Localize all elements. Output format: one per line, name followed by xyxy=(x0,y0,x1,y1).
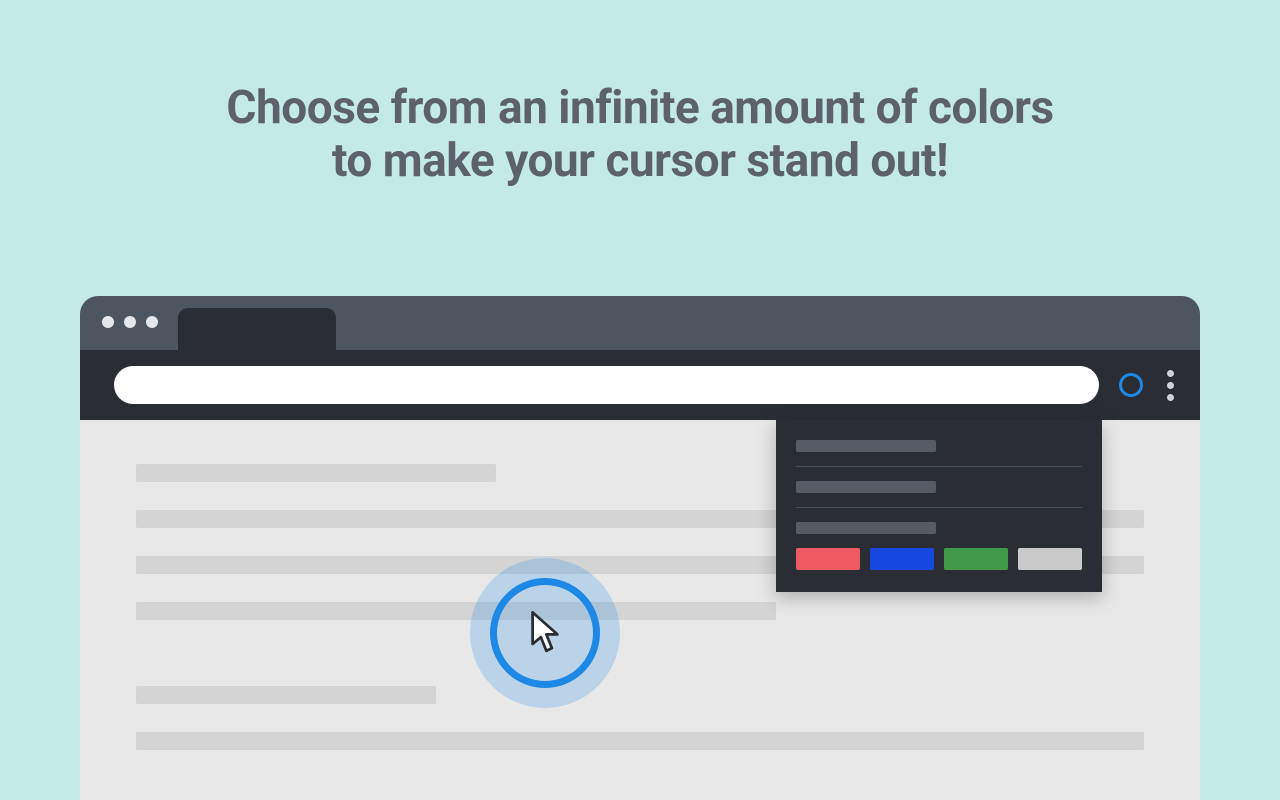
headline-line-2: to make your cursor stand out! xyxy=(332,134,948,188)
popup-label-placeholder xyxy=(796,440,936,452)
skeleton-line xyxy=(136,602,776,620)
kebab-dot-icon xyxy=(1167,382,1174,389)
window-dot-icon xyxy=(124,316,136,328)
popup-label-placeholder xyxy=(796,522,936,534)
cursor-highlight-ring xyxy=(490,578,600,688)
browser-toolbar xyxy=(80,350,1200,420)
tab-strip xyxy=(80,296,1200,350)
skeleton-line xyxy=(136,464,496,482)
browser-menu-button[interactable] xyxy=(1163,370,1178,401)
color-swatch-row xyxy=(796,548,1082,570)
window-dot-icon xyxy=(146,316,158,328)
extension-popup xyxy=(776,420,1102,592)
address-bar[interactable] xyxy=(114,366,1099,404)
popup-label-placeholder xyxy=(796,481,936,493)
cursor-highlight-halo xyxy=(470,558,620,708)
color-swatch-blue[interactable] xyxy=(870,548,934,570)
color-swatch-gray[interactable] xyxy=(1018,548,1082,570)
skeleton-line xyxy=(136,686,436,704)
promo-headline: Choose from an infinite amount of colors… xyxy=(0,82,1280,188)
kebab-dot-icon xyxy=(1167,394,1174,401)
skeleton-line xyxy=(136,732,1144,750)
color-swatch-red[interactable] xyxy=(796,548,860,570)
window-dot-icon xyxy=(102,316,114,328)
popup-divider xyxy=(796,507,1082,508)
extension-cursor-highlighter-icon[interactable] xyxy=(1119,373,1143,397)
kebab-dot-icon xyxy=(1167,370,1174,377)
headline-line-1: Choose from an infinite amount of colors xyxy=(226,81,1053,135)
browser-tab[interactable] xyxy=(178,308,336,350)
color-swatch-green[interactable] xyxy=(944,548,1008,570)
window-controls[interactable] xyxy=(102,316,158,328)
cursor-arrow-icon xyxy=(528,611,562,655)
popup-divider xyxy=(796,466,1082,467)
